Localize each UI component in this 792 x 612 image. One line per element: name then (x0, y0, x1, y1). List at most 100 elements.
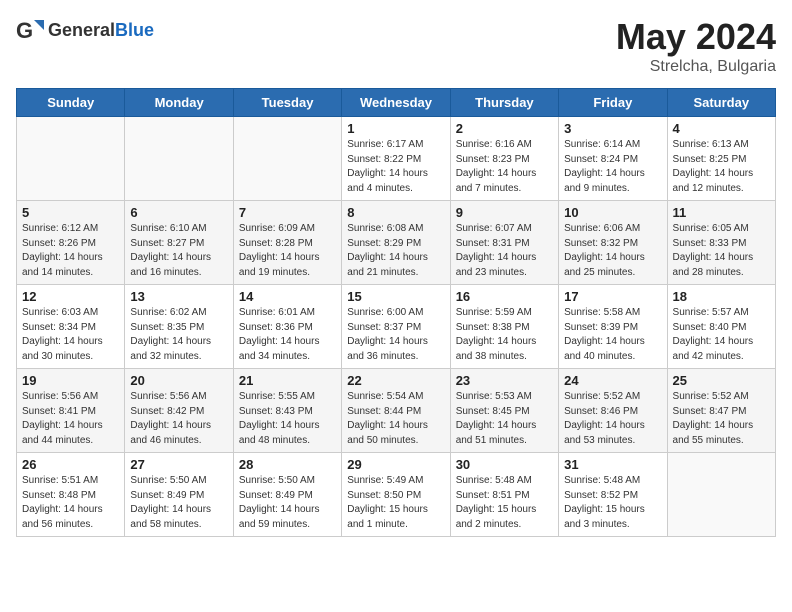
calendar-day: 11 Sunrise: 6:05 AMSunset: 8:33 PMDayligh… (667, 201, 775, 285)
day-info: Sunrise: 5:56 AMSunset: 8:41 PMDaylight:… (22, 390, 119, 448)
calendar-day: 12 Sunrise: 6:03 AMSunset: 8:34 PMDayligh… (17, 285, 125, 369)
calendar-day: 27Sunrise: 5:50 AMSunset: 8:49 PMDayligh… (125, 453, 233, 537)
calendar-day: 4Sunrise: 6:13 AMSunset: 8:25 PMDaylight… (667, 117, 775, 201)
day-number: 27 (130, 457, 227, 472)
day-header-sunday: Sunday (17, 89, 125, 117)
calendar-week-row: 1Sunrise: 6:17 AMSunset: 8:22 PMDaylight… (17, 117, 776, 201)
day-header-wednesday: Wednesday (342, 89, 450, 117)
calendar-day: 22 Sunrise: 5:54 AMSunset: 8:44 PMDayligh… (342, 369, 450, 453)
calendar-day: 29 Sunrise: 5:49 AMSunset: 8:50 PMDayligh… (342, 453, 450, 537)
day-number: 28 (239, 457, 336, 472)
calendar-day (667, 453, 775, 537)
calendar-day (233, 117, 341, 201)
calendar-day: 16 Sunrise: 5:59 AMSunset: 8:38 PMDayligh… (450, 285, 558, 369)
calendar-day: 15 Sunrise: 6:00 AMSunset: 8:37 PMDayligh… (342, 285, 450, 369)
day-number: 3 (564, 121, 661, 136)
day-info: Sunrise: 5:58 AMSunset: 8:39 PMDaylight:… (564, 306, 661, 364)
day-header-tuesday: Tuesday (233, 89, 341, 117)
calendar-day: 30 Sunrise: 5:48 AMSunset: 8:51 PMDayligh… (450, 453, 558, 537)
day-info: Sunrise: 6:09 AMSunset: 8:28 PMDaylight:… (239, 222, 336, 280)
calendar-week-row: 5 Sunrise: 6:12 AMSunset: 8:26 PMDaylight… (17, 201, 776, 285)
calendar-day: 13Sunrise: 6:02 AMSunset: 8:35 PMDayligh… (125, 285, 233, 369)
logo: G GeneralBlue (16, 16, 154, 44)
day-number: 12 (22, 289, 119, 304)
calendar-day: 23 Sunrise: 5:53 AMSunset: 8:45 PMDayligh… (450, 369, 558, 453)
calendar-day: 31 Sunrise: 5:48 AMSunset: 8:52 PMDayligh… (559, 453, 667, 537)
calendar-day: 20 Sunrise: 5:56 AMSunset: 8:42 PMDayligh… (125, 369, 233, 453)
day-info: Sunrise: 6:08 AMSunset: 8:29 PMDaylight:… (347, 222, 444, 280)
svg-text:G: G (16, 18, 33, 43)
day-info: Sunrise: 5:52 AMSunset: 8:46 PMDaylight:… (564, 390, 661, 448)
day-number: 15 (347, 289, 444, 304)
day-info: Sunrise: 6:00 AMSunset: 8:37 PMDaylight:… (347, 306, 444, 364)
day-number: 23 (456, 373, 553, 388)
day-number: 25 (673, 373, 770, 388)
day-info: Sunrise: 6:12 AMSunset: 8:26 PMDaylight:… (22, 222, 119, 280)
calendar-day: 8 Sunrise: 6:08 AMSunset: 8:29 PMDaylight… (342, 201, 450, 285)
calendar-day: 24 Sunrise: 5:52 AMSunset: 8:46 PMDayligh… (559, 369, 667, 453)
day-number: 21 (239, 373, 336, 388)
calendar-day (17, 117, 125, 201)
calendar-day: 6 Sunrise: 6:10 AMSunset: 8:27 PMDaylight… (125, 201, 233, 285)
day-info: Sunrise: 6:03 AMSunset: 8:34 PMDaylight:… (22, 306, 119, 364)
calendar-week-row: 26 Sunrise: 5:51 AMSunset: 8:48 PMDayligh… (17, 453, 776, 537)
day-number: 30 (456, 457, 553, 472)
day-info: Sunrise: 6:10 AMSunset: 8:27 PMDaylight:… (130, 222, 227, 280)
day-number: 16 (456, 289, 553, 304)
calendar-day: 10Sunrise: 6:06 AMSunset: 8:32 PMDayligh… (559, 201, 667, 285)
calendar-day: 28 Sunrise: 5:50 AMSunset: 8:49 PMDayligh… (233, 453, 341, 537)
day-number: 8 (347, 205, 444, 220)
calendar-day: 2Sunrise: 6:16 AMSunset: 8:23 PMDaylight… (450, 117, 558, 201)
day-info: Sunrise: 5:59 AMSunset: 8:38 PMDaylight:… (456, 306, 553, 364)
day-number: 26 (22, 457, 119, 472)
calendar-day: 14 Sunrise: 6:01 AMSunset: 8:36 PMDayligh… (233, 285, 341, 369)
day-number: 6 (130, 205, 227, 220)
day-number: 5 (22, 205, 119, 220)
day-info: Sunrise: 5:48 AMSunset: 8:52 PMDaylight:… (564, 474, 661, 532)
calendar-day: 5 Sunrise: 6:12 AMSunset: 8:26 PMDaylight… (17, 201, 125, 285)
day-number: 20 (130, 373, 227, 388)
day-number: 9 (456, 205, 553, 220)
day-info: Sunrise: 5:51 AMSunset: 8:48 PMDaylight:… (22, 474, 119, 532)
logo-blue: Blue (115, 20, 154, 40)
calendar-day: 17 Sunrise: 5:58 AMSunset: 8:39 PMDayligh… (559, 285, 667, 369)
calendar-day: 3 Sunrise: 6:14 AMSunset: 8:24 PMDaylight… (559, 117, 667, 201)
calendar-title: May 2024 (616, 16, 776, 58)
day-info: Sunrise: 5:53 AMSunset: 8:45 PMDaylight:… (456, 390, 553, 448)
page-header: G GeneralBlue May 2024 Strelcha, Bulgari… (16, 16, 776, 76)
calendar-header-row: SundayMondayTuesdayWednesdayThursdayFrid… (17, 89, 776, 117)
day-header-thursday: Thursday (450, 89, 558, 117)
day-info: Sunrise: 5:49 AMSunset: 8:50 PMDaylight:… (347, 474, 444, 532)
day-number: 14 (239, 289, 336, 304)
day-info: Sunrise: 6:14 AMSunset: 8:24 PMDaylight:… (564, 138, 661, 196)
day-header-monday: Monday (125, 89, 233, 117)
day-number: 13 (130, 289, 227, 304)
calendar-table: SundayMondayTuesdayWednesdayThursdayFrid… (16, 88, 776, 537)
day-info: Sunrise: 5:57 AMSunset: 8:40 PMDaylight:… (673, 306, 770, 364)
calendar-day: 21Sunrise: 5:55 AMSunset: 8:43 PMDayligh… (233, 369, 341, 453)
day-number: 31 (564, 457, 661, 472)
day-info: Sunrise: 5:50 AMSunset: 8:49 PMDaylight:… (239, 474, 336, 532)
calendar-day: 18Sunrise: 5:57 AMSunset: 8:40 PMDayligh… (667, 285, 775, 369)
calendar-week-row: 12 Sunrise: 6:03 AMSunset: 8:34 PMDayligh… (17, 285, 776, 369)
day-info: Sunrise: 6:17 AMSunset: 8:22 PMDaylight:… (347, 138, 444, 196)
day-info: Sunrise: 5:54 AMSunset: 8:44 PMDaylight:… (347, 390, 444, 448)
day-number: 22 (347, 373, 444, 388)
day-number: 24 (564, 373, 661, 388)
day-number: 4 (673, 121, 770, 136)
day-number: 7 (239, 205, 336, 220)
day-info: Sunrise: 6:05 AMSunset: 8:33 PMDaylight:… (673, 222, 770, 280)
day-number: 17 (564, 289, 661, 304)
day-info: Sunrise: 5:52 AMSunset: 8:47 PMDaylight:… (673, 390, 770, 448)
calendar-day: 26 Sunrise: 5:51 AMSunset: 8:48 PMDayligh… (17, 453, 125, 537)
day-info: Sunrise: 6:01 AMSunset: 8:36 PMDaylight:… (239, 306, 336, 364)
day-number: 11 (673, 205, 770, 220)
day-number: 2 (456, 121, 553, 136)
day-info: Sunrise: 5:56 AMSunset: 8:42 PMDaylight:… (130, 390, 227, 448)
day-info: Sunrise: 5:48 AMSunset: 8:51 PMDaylight:… (456, 474, 553, 532)
calendar-location: Strelcha, Bulgaria (616, 58, 776, 76)
calendar-day: 19Sunrise: 5:56 AMSunset: 8:41 PMDayligh… (17, 369, 125, 453)
day-number: 29 (347, 457, 444, 472)
title-block: May 2024 Strelcha, Bulgaria (616, 16, 776, 76)
calendar-day: 1Sunrise: 6:17 AMSunset: 8:22 PMDaylight… (342, 117, 450, 201)
